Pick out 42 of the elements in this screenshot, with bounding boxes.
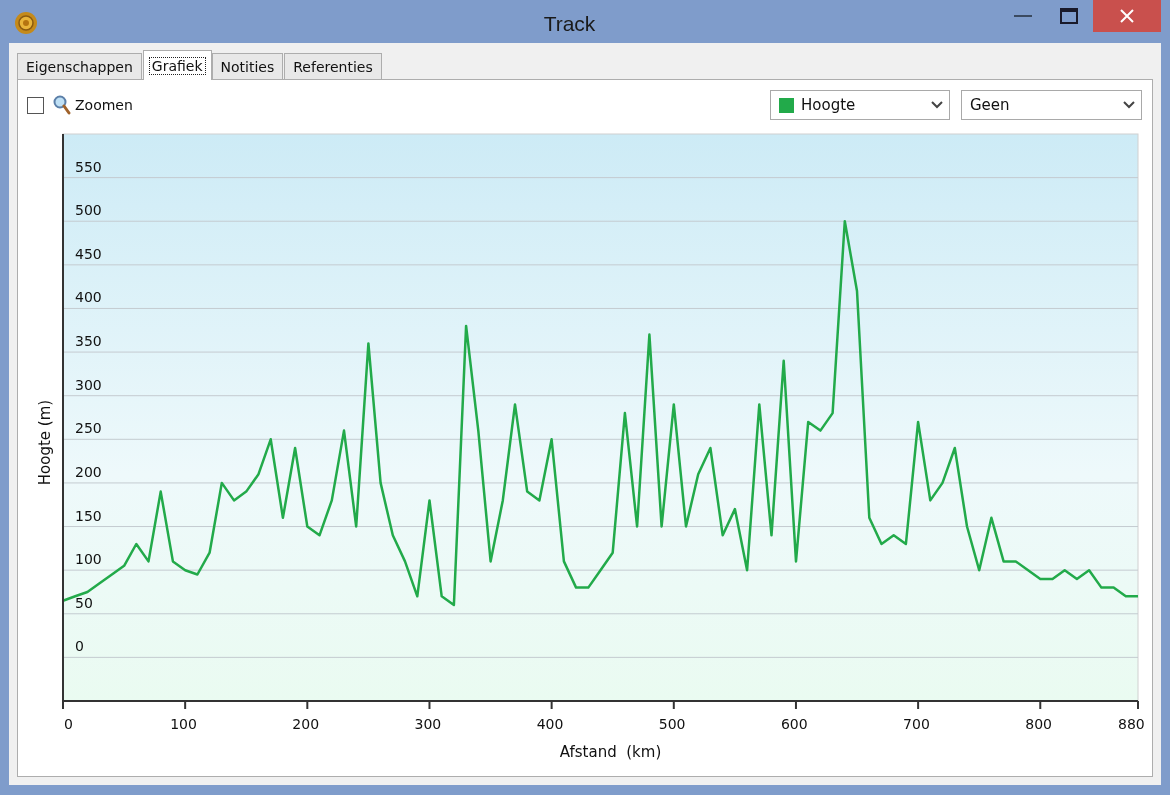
chevron-down-icon — [1123, 101, 1135, 109]
y-tick-label: 450 — [75, 245, 102, 262]
minimize-icon — [1014, 14, 1032, 18]
zoom-label: Zoomen — [75, 97, 133, 113]
close-button[interactable] — [1093, 0, 1161, 32]
y-tick-label: 350 — [75, 333, 102, 350]
y-tick-label: 50 — [75, 594, 93, 611]
y-tick-label: 0 — [75, 638, 84, 655]
x-tick-label: 800 — [1025, 716, 1052, 732]
tab[interactable]: Notities — [211, 53, 284, 79]
y-tick-label: 150 — [75, 507, 102, 524]
x-tick-label: 700 — [903, 716, 930, 732]
app-icon — [14, 11, 38, 35]
x-tick-label: 300 — [414, 716, 442, 732]
x-tick-label: 880 — [1118, 716, 1145, 732]
close-icon — [1119, 8, 1135, 24]
series-dropdown[interactable]: Hoogte — [770, 90, 950, 120]
x-tick-label: 600 — [780, 716, 808, 732]
window-title: Track — [542, 12, 597, 36]
y-tick-label: 200 — [75, 463, 102, 480]
x-tick-label: 0 — [64, 716, 73, 732]
x-tick-label: 400 — [536, 716, 564, 732]
y-tick-label: 500 — [75, 202, 102, 219]
compare-dropdown[interactable]: Geen — [961, 90, 1142, 120]
tab[interactable]: Grafiek — [142, 50, 212, 80]
y-tick-label: 400 — [75, 289, 102, 306]
y-tick-label: 250 — [75, 420, 102, 437]
series-swatch — [779, 97, 794, 113]
x-tick-label: 500 — [658, 716, 686, 732]
chevron-down-icon — [931, 101, 943, 109]
x-axis-title: Afstand (km) — [559, 743, 662, 761]
tab[interactable]: Eigenschappen — [17, 53, 142, 79]
y-tick-label: 300 — [75, 376, 102, 393]
y-tick-label: 100 — [75, 551, 102, 568]
zoom-checkbox[interactable] — [27, 96, 44, 114]
magnifier-icon — [53, 95, 71, 115]
maximize-icon — [1060, 8, 1078, 24]
y-tick-label: 550 — [75, 158, 102, 175]
tab[interactable]: Referenties — [284, 53, 382, 79]
x-tick-label: 200 — [292, 716, 320, 732]
y-axis-title: Hoogte (m) — [36, 399, 54, 486]
x-tick-label: 100 — [170, 716, 197, 732]
